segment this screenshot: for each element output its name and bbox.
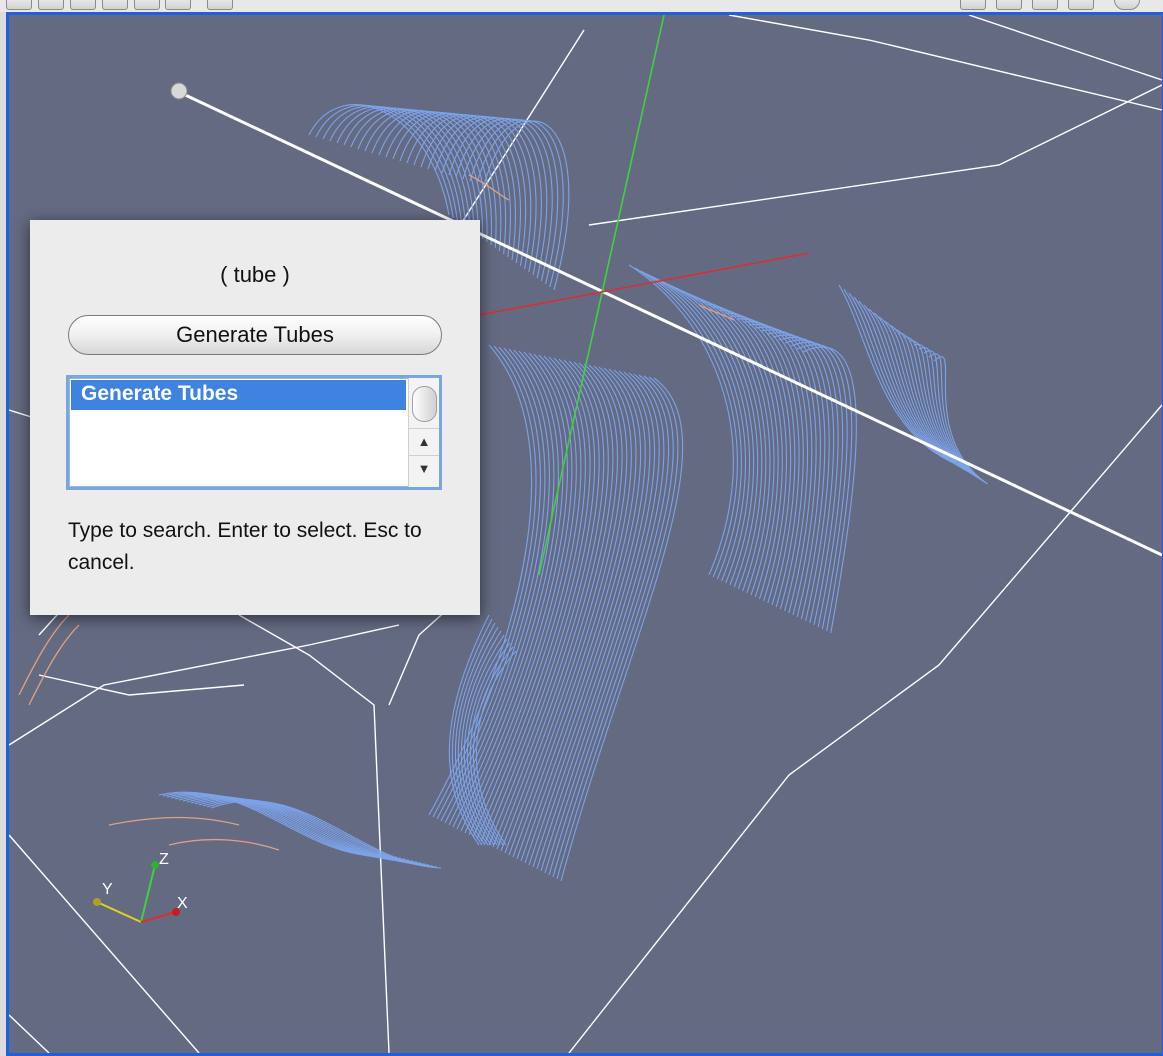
- search-query-title: ( tube ): [220, 262, 290, 287]
- close-view-icon[interactable]: [1114, 0, 1140, 10]
- view-toggle-button[interactable]: [1032, 0, 1058, 10]
- toolbar-button[interactable]: [6, 0, 32, 10]
- center-axis-x: [478, 252, 810, 316]
- generate-tubes-button[interactable]: Generate Tubes: [68, 315, 442, 355]
- probe-handle[interactable]: [170, 82, 188, 100]
- view-toggle-button[interactable]: [996, 0, 1022, 10]
- toolbar-button[interactable]: [38, 0, 64, 10]
- view-toggle-button[interactable]: [960, 0, 986, 10]
- scroll-down-arrow-icon[interactable]: ▼: [409, 455, 439, 482]
- toolbar-button[interactable]: [134, 0, 160, 10]
- search-hint-text: Type to search. Enter to select. Esc to …: [68, 519, 422, 574]
- scroll-up-arrow-icon[interactable]: ▲: [409, 428, 439, 455]
- toolbar-button[interactable]: [102, 0, 128, 10]
- scrollbar[interactable]: ▲ ▼: [408, 378, 439, 487]
- toolbar-button[interactable]: [70, 0, 96, 10]
- axis-label-y: Y: [102, 881, 113, 898]
- center-axis-z: [538, 15, 665, 576]
- toolbar-button[interactable]: [207, 0, 233, 10]
- axis-label-z: Z: [159, 851, 169, 868]
- results-list[interactable]: Generate Tubes ▲ ▼: [66, 375, 442, 490]
- scrollbar-thumb[interactable]: [412, 386, 437, 422]
- toolbar-button[interactable]: [165, 0, 191, 10]
- list-item[interactable]: Generate Tubes: [71, 380, 406, 410]
- view-toggle-button[interactable]: [1068, 0, 1094, 10]
- axis-label-x: X: [177, 895, 188, 912]
- toolbar: [0, 0, 1163, 12]
- quick-launch-popup: ( tube ) Generate Tubes Generate Tubes ▲…: [30, 220, 480, 615]
